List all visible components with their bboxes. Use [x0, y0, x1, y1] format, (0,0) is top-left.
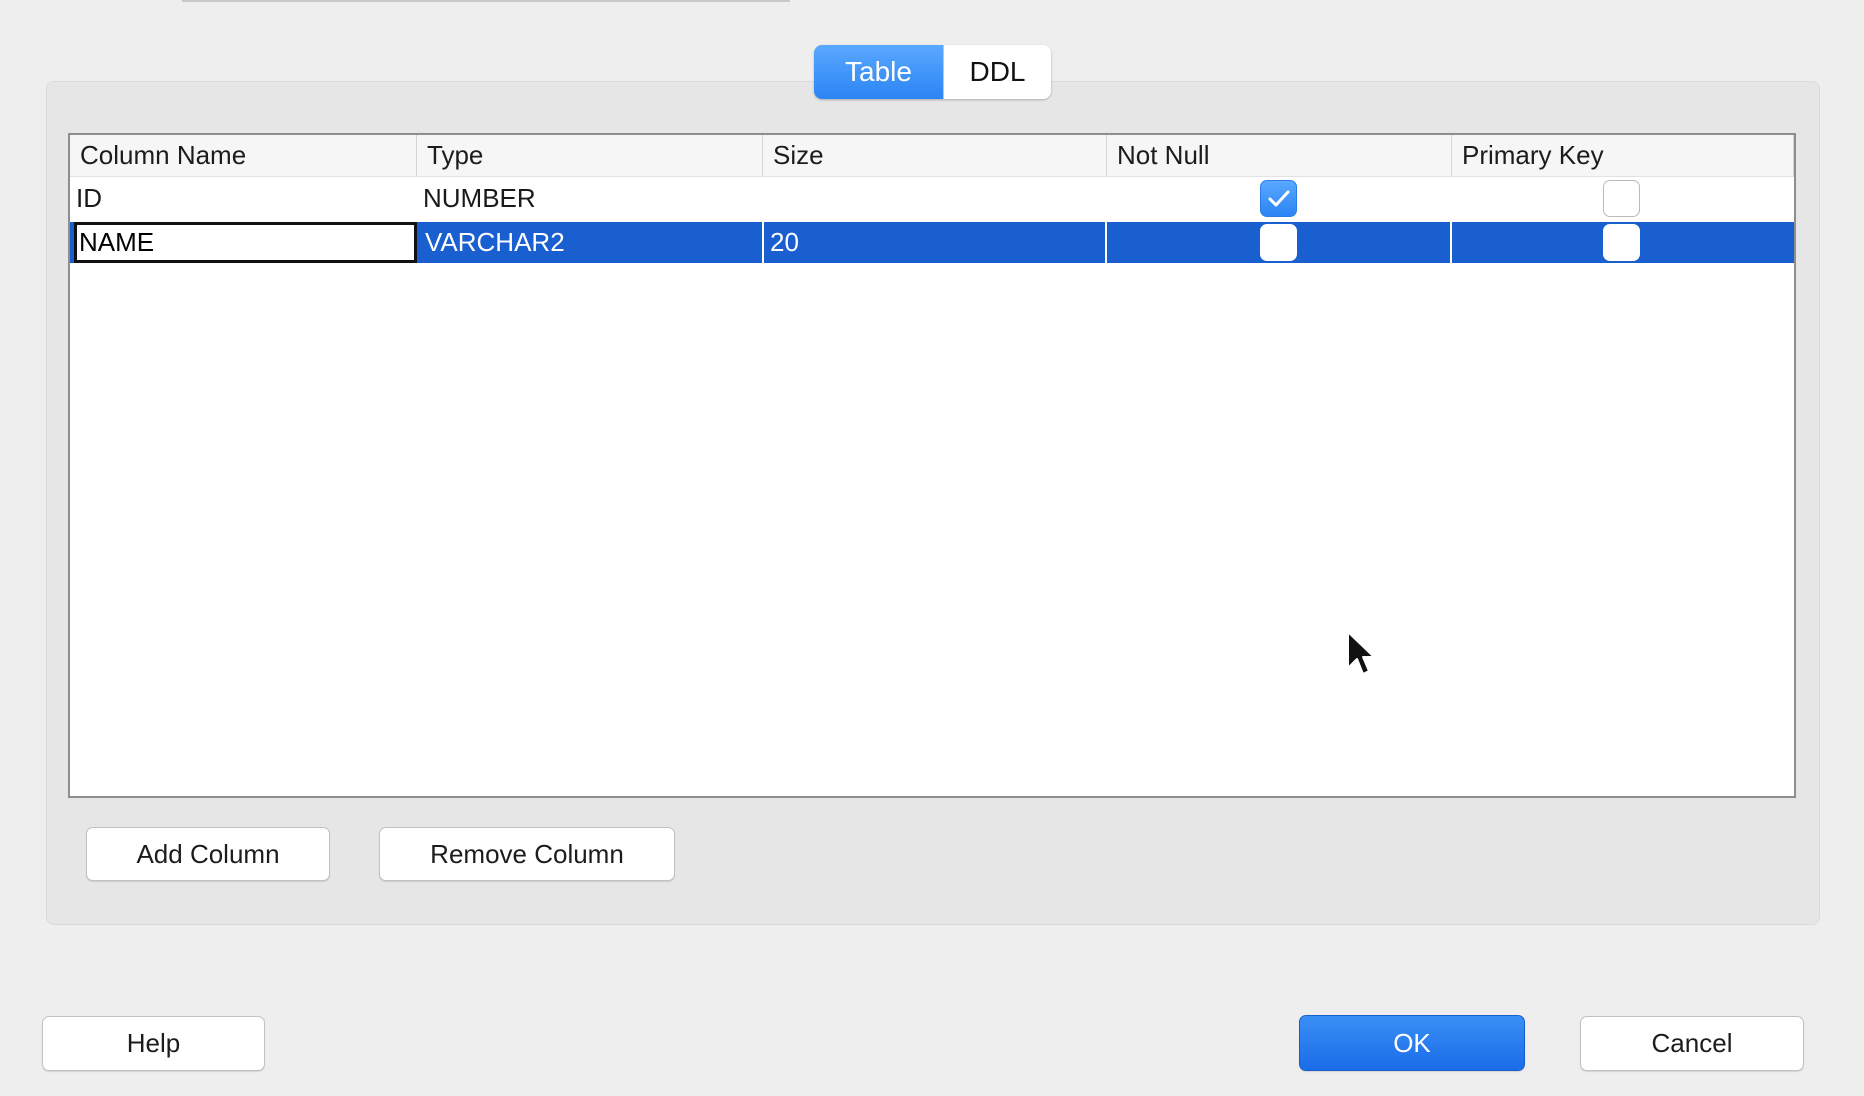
not-null-checkbox[interactable] [1260, 180, 1297, 217]
table-row[interactable]: NAME VARCHAR2 20 [70, 222, 1794, 263]
cell-size[interactable]: 20 [764, 222, 1107, 263]
tab-table[interactable]: Table [814, 45, 943, 99]
not-null-checkbox[interactable] [1260, 224, 1297, 261]
cell-column-name-editor[interactable]: NAME [74, 222, 417, 263]
cell-type[interactable]: VARCHAR2 [419, 222, 764, 263]
tab-ddl[interactable]: DDL [943, 45, 1051, 99]
header-type[interactable]: Type [417, 135, 763, 176]
cell-column-name[interactable]: ID [70, 178, 417, 219]
header-size[interactable]: Size [763, 135, 1107, 176]
top-divider [182, 0, 790, 2]
table-row[interactable]: ID NUMBER [70, 178, 1794, 219]
ok-button[interactable]: OK [1299, 1015, 1525, 1071]
remove-column-button[interactable]: Remove Column [379, 827, 675, 881]
mouse-cursor-icon [1347, 631, 1375, 675]
header-primary-key[interactable]: Primary Key [1452, 135, 1794, 176]
checkmark-icon [1268, 190, 1289, 206]
header-column-name[interactable]: Column Name [70, 135, 417, 176]
cell-type[interactable]: NUMBER [417, 178, 763, 219]
cell-size[interactable] [763, 178, 1107, 219]
add-column-button[interactable]: Add Column [86, 827, 330, 881]
table-header: Column Name Type Size Not Null Primary K… [70, 135, 1794, 177]
cancel-button[interactable]: Cancel [1580, 1016, 1804, 1071]
header-not-null[interactable]: Not Null [1107, 135, 1452, 176]
primary-key-checkbox[interactable] [1603, 180, 1640, 217]
primary-key-checkbox[interactable] [1603, 224, 1640, 261]
help-button[interactable]: Help [42, 1016, 265, 1071]
columns-table: Column Name Type Size Not Null Primary K… [68, 133, 1796, 798]
view-tabs: Table DDL [814, 45, 1051, 99]
